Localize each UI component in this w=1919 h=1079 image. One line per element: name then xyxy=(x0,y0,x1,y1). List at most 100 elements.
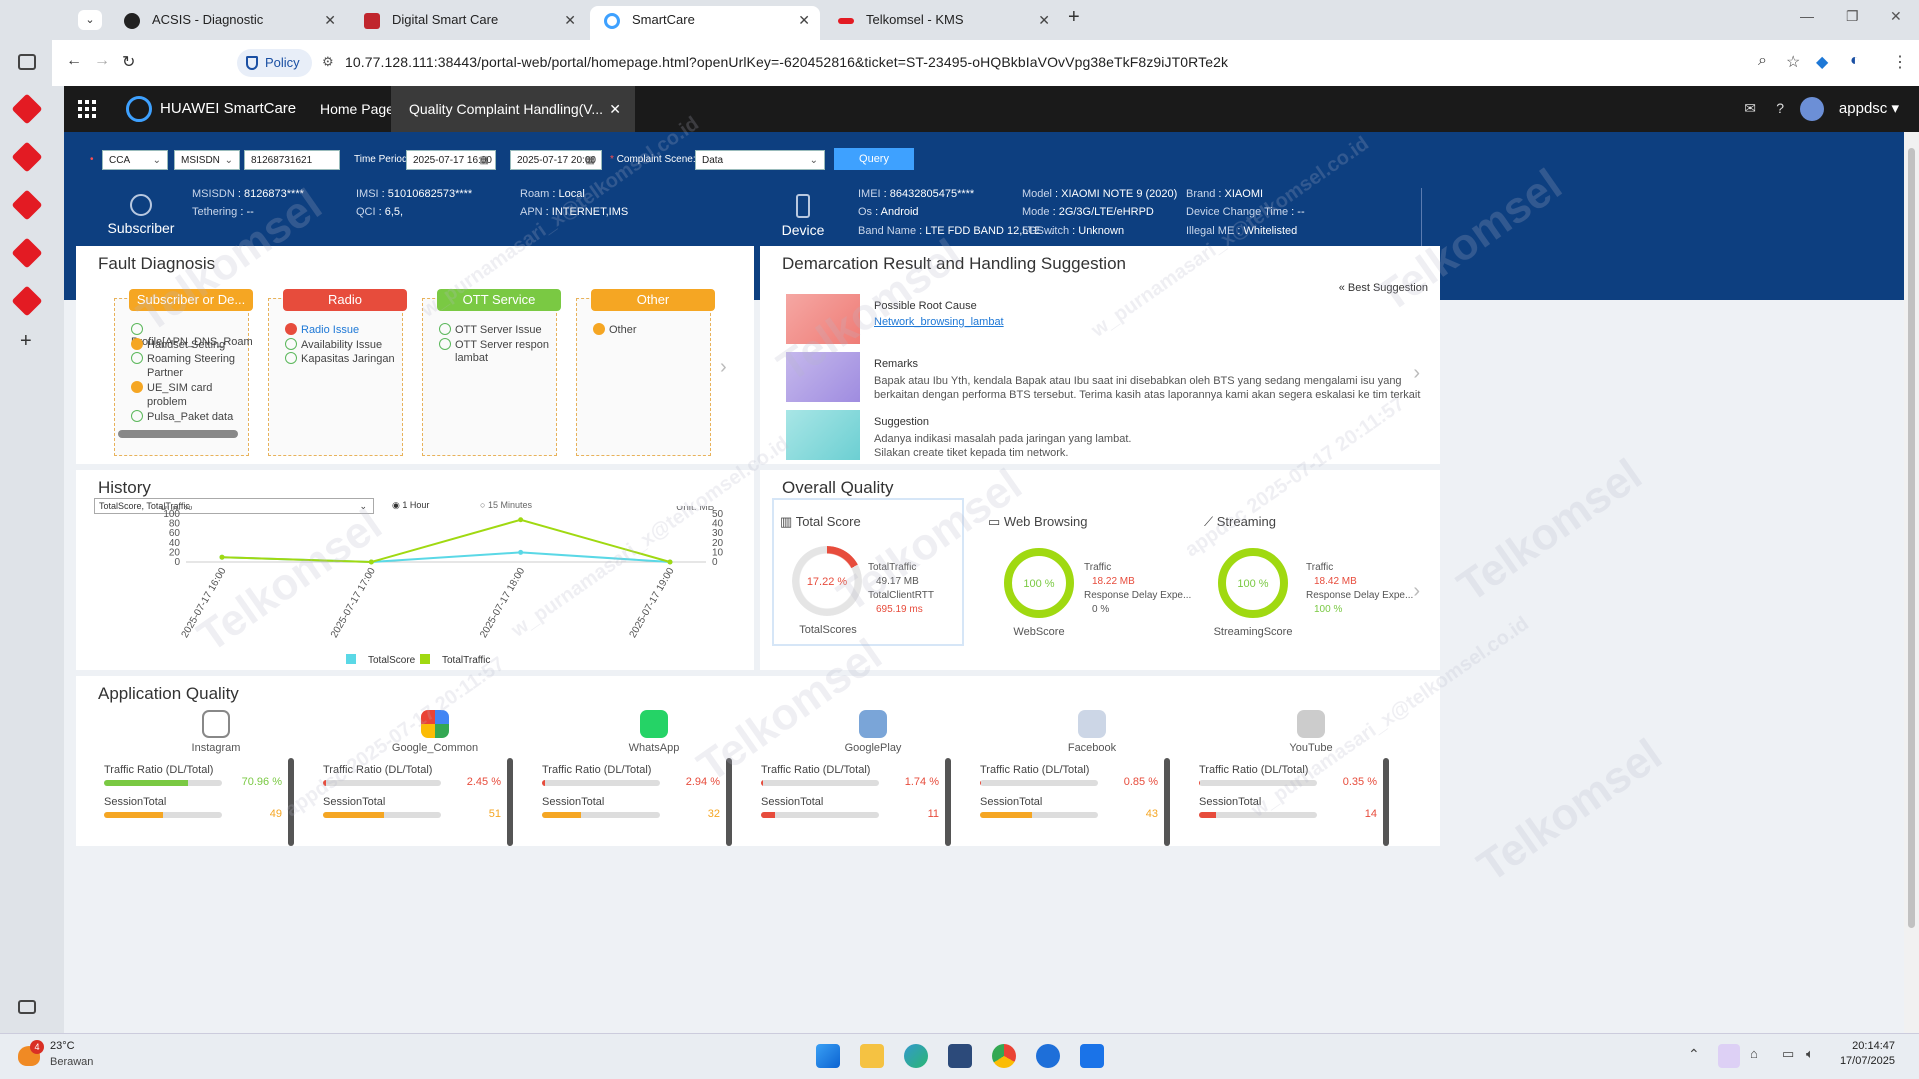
fault-item[interactable]: OTT Server Issue xyxy=(439,323,542,336)
add-shortcut-icon[interactable]: + xyxy=(20,330,32,353)
scene-select[interactable]: Data ⌄ xyxy=(695,150,825,170)
instagram-icon[interactable] xyxy=(202,710,230,738)
bookmark-star-icon[interactable]: ☆ xyxy=(1786,52,1800,72)
avatar[interactable] xyxy=(1800,97,1824,121)
msisdn-input[interactable]: 81268731621 xyxy=(244,150,340,170)
fault-item[interactable]: problem xyxy=(131,396,187,408)
pen-icon[interactable] xyxy=(1718,1044,1740,1068)
fault-item[interactable]: OTT Server respon xyxy=(439,337,549,351)
windows-start-icon[interactable] xyxy=(816,1044,840,1068)
app-scrollbar[interactable] xyxy=(726,758,732,846)
copilot-icon[interactable]: ◐ xyxy=(1850,52,1860,70)
volume-icon[interactable]: 🔈︎ xyxy=(1806,1046,1814,1062)
app-menu-grid-icon[interactable] xyxy=(78,100,96,118)
browser-tab-smartcare[interactable]: SmartCare ✕ xyxy=(590,6,820,40)
youtube-icon[interactable] xyxy=(1297,710,1325,738)
fault-item[interactable]: Other xyxy=(593,323,637,336)
new-tab-button[interactable]: + xyxy=(1068,6,1080,29)
end-time-input[interactable]: 2025-07-17 20:00 ▦ xyxy=(510,150,602,170)
telkomsel-shortcut-icon[interactable] xyxy=(11,93,43,125)
root-cause-link[interactable]: Network_browsing_lambat xyxy=(874,316,1004,328)
fault-item[interactable]: lambat xyxy=(439,352,488,364)
store-icon[interactable] xyxy=(948,1044,972,1068)
fault-item[interactable]: Partner xyxy=(131,367,183,379)
close-window-icon[interactable]: ✕ xyxy=(1890,8,1902,25)
type-select[interactable]: CCA ⌄ xyxy=(102,150,168,170)
site-settings-icon[interactable]: ⚙ xyxy=(322,54,334,70)
legend-swatch xyxy=(346,654,356,664)
fault-card[interactable]: Other Other xyxy=(576,289,715,456)
fault-item[interactable]: UE_SIM card xyxy=(131,381,212,394)
fault-item[interactable]: Handset Setting xyxy=(131,337,225,351)
google-common-icon[interactable] xyxy=(421,710,449,738)
id-type-select[interactable]: MSISDN ⌄ xyxy=(174,150,240,170)
telkomsel-shortcut-icon[interactable] xyxy=(11,189,43,221)
browser-tab-telkomsel-kms[interactable]: Telkomsel - KMS ✕ xyxy=(824,6,1060,40)
tab-list-button[interactable]: ⌄ xyxy=(78,10,102,30)
chrome-icon[interactable] xyxy=(992,1044,1016,1068)
search-icon[interactable]: ⌕ xyxy=(1758,52,1767,70)
close-tab-icon[interactable]: ✕ xyxy=(564,6,576,34)
chevron-up-icon[interactable]: ⌃ xyxy=(1688,1046,1700,1063)
start-time-input[interactable]: 2025-07-17 16:00 ▦ xyxy=(406,150,496,170)
chevron-right-icon[interactable]: › xyxy=(1413,580,1420,603)
fault-item[interactable]: Radio Issue xyxy=(285,323,359,336)
chevron-right-icon[interactable]: › xyxy=(1413,362,1420,385)
sidebar-toggle-icon[interactable] xyxy=(18,54,36,70)
close-tab-icon[interactable]: ✕ xyxy=(1038,6,1050,34)
fault-card[interactable]: Radio Radio Issue Availability Issue Kapasi… xyxy=(268,289,407,456)
file-explorer-icon[interactable] xyxy=(860,1044,884,1068)
suggestion-label: Suggestion xyxy=(874,416,930,428)
app-scrollbar[interactable] xyxy=(1383,758,1389,846)
network-icon[interactable]: ⌂ xyxy=(1750,1046,1758,1061)
googleplay-icon[interactable] xyxy=(859,710,887,738)
close-tab-icon[interactable]: ✕ xyxy=(609,86,621,132)
nav-tab-quality-complaint[interactable]: Quality Complaint Handling(V... ✕ xyxy=(391,86,635,132)
fault-card[interactable]: OTT Service OTT Server Issue OTT Server re… xyxy=(422,289,561,456)
facebook-icon[interactable] xyxy=(1078,710,1106,738)
edge-icon[interactable] xyxy=(904,1044,928,1068)
total-score-card[interactable]: ▥ Total Score 17.22 % TotalScores TotalT… xyxy=(772,498,964,646)
fault-item[interactable]: Availability Issue xyxy=(285,337,382,351)
minimize-icon[interactable]: — xyxy=(1800,8,1814,24)
close-tab-icon[interactable]: ✕ xyxy=(798,6,810,34)
user-menu[interactable]: appdsc ▾ xyxy=(1839,99,1899,117)
telkomsel-shortcut-icon[interactable] xyxy=(11,141,43,173)
help-icon[interactable]: ? xyxy=(1776,100,1784,116)
horizontal-scrollbar[interactable] xyxy=(118,430,238,438)
restore-icon[interactable]: ❐ xyxy=(1846,8,1859,25)
mail-icon[interactable]: ✉ xyxy=(1744,100,1756,117)
browser-tab-acsis[interactable]: ACSIS - Diagnostic ✕ xyxy=(110,6,346,40)
reload-icon[interactable]: ↻ xyxy=(122,52,135,72)
telkomsel-shortcut-icon[interactable] xyxy=(11,285,43,317)
app-scrollbar[interactable] xyxy=(507,758,513,846)
policy-badge[interactable]: Policy xyxy=(237,49,312,77)
fault-item[interactable]: Pulsa_Paket data xyxy=(131,410,233,423)
forward-icon[interactable]: → xyxy=(94,52,110,70)
fault-item[interactable]: Kapasitas Jaringan xyxy=(285,352,395,365)
app-scrollbar[interactable] xyxy=(1164,758,1170,846)
fault-item[interactable]: Roaming Steering xyxy=(131,352,235,365)
screenshot-camera-icon[interactable] xyxy=(18,1000,36,1014)
query-button[interactable]: Query xyxy=(834,148,914,170)
best-suggestion-link[interactable]: « Best Suggestion xyxy=(1339,282,1428,294)
url-field[interactable]: 10.77.128.111:38443/portal-web/portal/ho… xyxy=(345,54,1228,70)
app-scrollbar[interactable] xyxy=(945,758,951,846)
notes-icon[interactable] xyxy=(1080,1044,1104,1068)
nav-home-page[interactable]: Home Page xyxy=(320,101,394,117)
more-menu-icon[interactable]: ⋮ xyxy=(1892,52,1908,72)
vertical-scrollbar[interactable] xyxy=(1904,132,1919,1033)
close-tab-icon[interactable]: ✕ xyxy=(324,6,336,34)
app-scrollbar[interactable] xyxy=(288,758,294,846)
telkomsel-shortcut-icon[interactable] xyxy=(11,237,43,269)
extension-icon[interactable]: ◆ xyxy=(1816,52,1828,72)
display-icon[interactable]: ▭ xyxy=(1782,1046,1794,1062)
browser-tab-digital-smart-care[interactable]: Digital Smart Care ✕ xyxy=(350,6,586,40)
clock[interactable]: 20:14:47 17/07/2025 xyxy=(1840,1040,1895,1067)
whatsapp-icon[interactable] xyxy=(640,710,668,738)
chevron-right-icon[interactable]: › xyxy=(720,356,727,379)
scrollbar-thumb[interactable] xyxy=(1908,148,1915,928)
copilot-icon[interactable] xyxy=(1036,1044,1060,1068)
back-icon[interactable]: ← xyxy=(66,52,82,70)
fault-item-label: Pulsa_Paket data xyxy=(147,411,234,423)
